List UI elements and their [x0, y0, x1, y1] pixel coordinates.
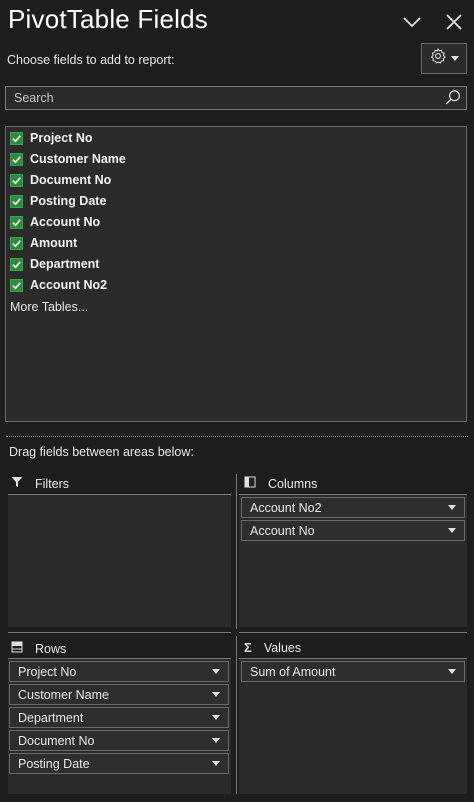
pill-label: Account No	[250, 523, 315, 538]
rows-field-pill[interactable]: Customer Name	[9, 684, 229, 705]
area-splitter[interactable]	[236, 474, 237, 629]
field-item-project-no[interactable]: Project No	[10, 128, 93, 148]
drag-fields-label: Drag fields between areas below:	[9, 445, 194, 459]
search-placeholder: Search	[14, 91, 54, 105]
field-label: Customer Name	[30, 152, 126, 166]
checkbox-checked-icon[interactable]	[10, 173, 23, 187]
search-icon[interactable]	[444, 89, 462, 107]
filter-icon	[11, 476, 23, 491]
checkbox-checked-icon[interactable]	[10, 257, 23, 271]
field-label: Posting Date	[30, 194, 107, 208]
filters-area-header: Filters	[11, 476, 69, 491]
field-label: Project No	[30, 131, 93, 145]
rows-field-pill[interactable]: Department	[9, 707, 229, 728]
pill-label: Account No2	[250, 500, 322, 515]
checkbox-checked-icon[interactable]	[10, 236, 23, 250]
dropdown-arrow-icon[interactable]	[448, 528, 456, 533]
rows-area-header: Rows	[11, 641, 66, 656]
checkbox-checked-icon[interactable]	[10, 131, 23, 145]
area-row-splitter[interactable]	[239, 632, 467, 633]
pill-label: Customer Name	[18, 687, 109, 702]
field-item-account-no2[interactable]: Account No2	[10, 275, 107, 295]
dropdown-arrow-icon[interactable]	[448, 505, 456, 510]
field-label: Account No	[30, 215, 101, 229]
filters-label: Filters	[35, 476, 70, 491]
dropdown-arrow-icon[interactable]	[212, 692, 220, 697]
filters-drop-area[interactable]	[8, 495, 231, 627]
values-field-pill[interactable]: Sum of Amount	[241, 661, 465, 682]
field-label: Document No	[30, 173, 112, 187]
gear-icon	[429, 47, 447, 70]
pill-label: Sum of Amount	[250, 664, 336, 679]
dropdown-arrow-icon[interactable]	[212, 738, 220, 743]
area-row-splitter[interactable]	[8, 632, 231, 633]
field-label: Account No2	[30, 278, 108, 292]
rows-label: Rows	[35, 641, 67, 656]
pane-title: PivotTable Fields	[8, 4, 208, 34]
dropdown-arrow-icon[interactable]	[212, 761, 220, 766]
columns-drop-area[interactable]: Account No2 Account No	[239, 495, 467, 627]
tools-dropdown-button[interactable]	[421, 43, 467, 74]
pill-label: Posting Date	[18, 756, 90, 771]
checkbox-checked-icon[interactable]	[10, 278, 23, 292]
close-icon[interactable]	[442, 10, 466, 34]
collapse-chevron-icon[interactable]	[400, 10, 424, 34]
field-item-document-no[interactable]: Document No	[10, 170, 111, 190]
columns-field-pill[interactable]: Account No	[241, 520, 465, 541]
checkbox-checked-icon[interactable]	[10, 152, 23, 166]
field-item-posting-date[interactable]: Posting Date	[10, 191, 106, 211]
checkbox-checked-icon[interactable]	[10, 194, 23, 208]
rows-field-pill[interactable]: Project No	[9, 661, 229, 682]
dropdown-arrow-icon	[451, 56, 459, 61]
sigma-icon: Σ	[244, 640, 252, 655]
section-divider[interactable]	[6, 436, 468, 437]
pill-label: Document No	[18, 733, 95, 748]
field-item-customer-name[interactable]: Customer Name	[10, 149, 126, 169]
columns-area-header: Columns	[244, 476, 317, 491]
area-splitter[interactable]	[236, 636, 237, 794]
rows-field-pill[interactable]: Document No	[9, 730, 229, 751]
columns-label: Columns	[268, 476, 318, 491]
values-label: Values	[263, 641, 302, 655]
rows-drop-area[interactable]: Project No Customer Name Department Docu…	[8, 659, 231, 794]
rows-field-pill[interactable]: Posting Date	[9, 753, 229, 774]
pill-label: Department	[18, 710, 84, 725]
columns-field-pill[interactable]: Account No2	[241, 497, 465, 518]
values-drop-area[interactable]: Sum of Amount	[239, 659, 467, 794]
checkbox-checked-icon[interactable]	[10, 215, 23, 229]
field-list[interactable]: Project No Customer Name Document No Pos…	[5, 126, 467, 422]
pill-label: Project No	[18, 664, 77, 679]
dropdown-arrow-icon[interactable]	[448, 669, 456, 674]
dropdown-arrow-icon[interactable]	[212, 669, 220, 674]
field-label: Amount	[30, 236, 78, 250]
search-input[interactable]: Search	[5, 86, 467, 110]
columns-icon	[244, 476, 256, 491]
field-item-amount[interactable]: Amount	[10, 233, 77, 253]
more-tables-link[interactable]: More Tables...	[10, 300, 88, 314]
field-item-department[interactable]: Department	[10, 254, 99, 274]
field-item-account-no[interactable]: Account No	[10, 212, 100, 232]
rows-icon	[11, 641, 23, 656]
dropdown-arrow-icon[interactable]	[212, 715, 220, 720]
field-label: Department	[30, 257, 100, 271]
choose-fields-label: Choose fields to add to report:	[7, 53, 175, 67]
values-area-header: Σ Values	[244, 641, 301, 655]
